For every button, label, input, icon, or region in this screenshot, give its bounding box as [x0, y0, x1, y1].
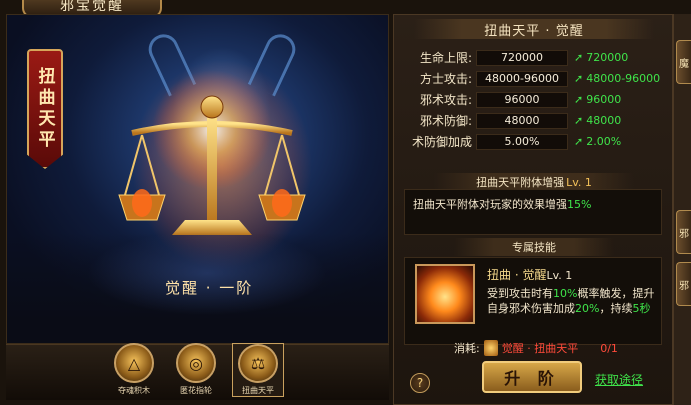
enhance-desc-text: 扭曲天平附体对玩家的效果增强	[413, 198, 567, 211]
enhance-level: Lv. 1	[566, 175, 592, 189]
stat-value: 720000	[476, 49, 568, 66]
stat-next-value: 48000-96000	[586, 72, 661, 86]
stat-next-value: 96000	[586, 93, 622, 107]
triangle-medal-icon: △	[114, 343, 154, 383]
skill-icon[interactable]	[415, 264, 475, 324]
stat-value: 96000	[476, 91, 568, 108]
up-arrow-icon: ➚	[574, 93, 584, 107]
ring-medal-icon: ◎	[176, 343, 216, 383]
stat-next: ➚ 720000	[574, 51, 628, 64]
skill-level: Lv. 1	[546, 269, 573, 282]
artifact-name-banner: 扭曲天平	[27, 49, 63, 169]
stat-label: 邪术防御:	[419, 114, 472, 129]
stat-next-value: 48000	[586, 114, 622, 128]
tab-label: 扭曲天平	[242, 386, 274, 395]
cost-label: 消耗:	[454, 342, 480, 355]
stat-row: 邪术防御: 48000 ➚ 48000	[402, 111, 664, 131]
tab-duohun-jimu[interactable]: △ 夺魂积木	[108, 343, 160, 397]
enhance-title: 扭曲天平附体增强	[476, 176, 565, 189]
cost-count: 0/1	[600, 341, 618, 355]
awaken-info-panel: 扭曲天平 · 觉醒 生命上限: 720000 ➚ 720000 方士攻击: 480…	[393, 14, 673, 405]
help-icon[interactable]: ?	[410, 373, 430, 393]
side-tab[interactable]: 邪	[676, 262, 691, 306]
stat-next: ➚ 96000	[574, 93, 621, 106]
skill-box: 扭曲 · 觉醒Lv. 1 受到攻击时有10%概率触发，提升自身邪术伤害加成20%…	[404, 257, 662, 345]
stat-label: 术防御加成	[411, 135, 472, 150]
artifact-display: 扭曲天平 觉醒 · 一阶	[6, 14, 389, 344]
awaken-stage-label: 觉醒 · 一阶	[165, 279, 254, 297]
stat-next-value: 2.00%	[586, 135, 622, 149]
enhance-description: 扭曲天平附体对玩家的效果增强15%	[404, 189, 662, 235]
stat-label: 生命上限:	[419, 51, 472, 66]
scale-item-icon	[483, 340, 498, 356]
acquire-link[interactable]: 获取途径	[595, 371, 643, 388]
stat-label: 邪术攻击:	[419, 93, 472, 108]
tab-label: 匿花指轮	[180, 386, 212, 395]
up-arrow-icon: ➚	[574, 135, 584, 149]
tab-label: 夺魂积木	[118, 386, 150, 395]
up-arrow-icon: ➚	[574, 72, 584, 86]
stat-value: 48000-96000	[476, 70, 568, 87]
skill-description: 受到攻击时有10%概率触发，提升自身邪术伤害加成20%，持续5秒	[487, 286, 657, 316]
cost-line: 消耗: 觉醒 · 扭曲天平 0/1	[454, 340, 618, 356]
artifact-name: 扭曲天平	[34, 67, 55, 151]
stat-row: 术防御加成 5.00% ➚ 2.00%	[402, 132, 664, 152]
stats-table: 生命上限: 720000 ➚ 720000 方士攻击: 48000-96000 ➚…	[402, 48, 664, 153]
panel-title: 扭曲天平 · 觉醒	[414, 19, 654, 39]
side-tab[interactable]: 邪	[676, 210, 691, 254]
stat-row: 邪术攻击: 96000 ➚ 96000	[402, 90, 664, 110]
stat-label: 方士攻击:	[419, 72, 472, 87]
skill-desc-value: 10%	[553, 287, 578, 300]
stat-row: 生命上限: 720000 ➚ 720000	[402, 48, 664, 68]
scale-medal-icon: ⚖	[238, 344, 278, 383]
skill-desc-text: ，持续	[599, 302, 633, 315]
stat-value: 5.00%	[476, 133, 568, 150]
stat-value: 48000	[476, 112, 568, 129]
window-title: 邪宝觉醒	[60, 0, 124, 14]
stat-next: ➚ 48000-96000	[574, 72, 660, 85]
skill-desc-value: 20%	[575, 302, 600, 315]
artifact-tabs: △ 夺魂积木 ◎ 匿花指轮 ⚖ 扭曲天平	[108, 343, 284, 397]
enhance-desc-value: 15%	[567, 198, 592, 211]
upgrade-button[interactable]: 升 阶	[482, 361, 582, 393]
cost-item-name[interactable]: 觉醒 · 扭曲天平	[502, 340, 579, 356]
tab-nihua-zhilun[interactable]: ◎ 匿花指轮	[170, 343, 222, 397]
stat-next-value: 720000	[586, 51, 629, 65]
skill-desc-text: 受到攻击时有	[487, 287, 553, 300]
skill-desc-value: 5秒	[632, 302, 651, 315]
skill-title: 扭曲 · 觉醒	[487, 268, 547, 282]
stat-next: ➚ 48000	[574, 114, 621, 127]
stat-row: 方士攻击: 48000-96000 ➚ 48000-96000	[402, 69, 664, 89]
side-tab[interactable]: 魔	[676, 40, 691, 84]
up-arrow-icon: ➚	[574, 114, 584, 128]
tab-niuqu-tianping[interactable]: ⚖ 扭曲天平	[232, 343, 284, 397]
skill-name: 扭曲 · 觉醒Lv. 1	[487, 266, 572, 283]
stat-next: ➚ 2.00%	[574, 135, 621, 148]
up-arrow-icon: ➚	[574, 51, 584, 65]
skill-section-title: 专属技能	[454, 238, 614, 256]
